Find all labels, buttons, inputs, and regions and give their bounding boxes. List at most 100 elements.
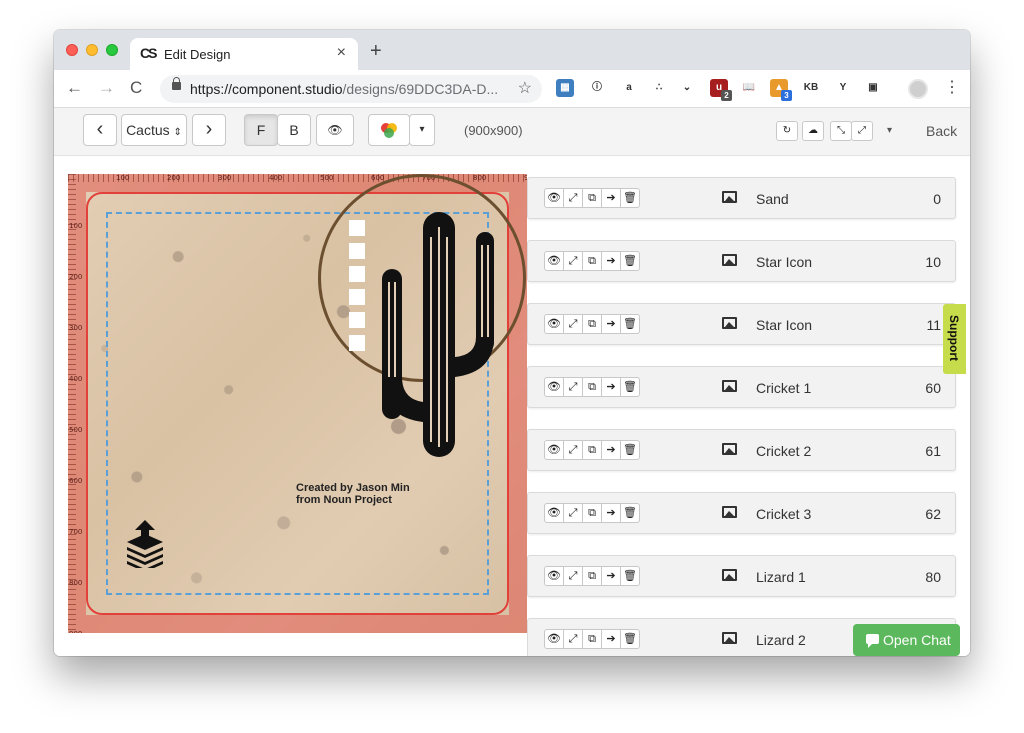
send-arrow-icon[interactable]: ➔ [601,314,621,334]
ublock-icon[interactable]: u2 [710,79,732,101]
image-layer-icon [722,254,737,266]
layer-row[interactable]: 👁 ⤢ ⧉ ➔ 🗑 Star Icon 11 [527,303,956,345]
onepassword-icon[interactable]: ⓘ [588,79,606,97]
blaze-icon[interactable]: ▲ 3 [770,79,792,101]
amazon-icon[interactable]: a [620,79,638,97]
eye-icon[interactable]: 👁 [544,503,564,523]
toggle-visibility-button[interactable]: 👁 [316,114,354,146]
browser-menu-icon[interactable]: ⋮ [944,77,960,97]
layer-actions: 👁 ⤢ ⧉ ➔ 🗑 [544,440,640,460]
pocket-icon[interactable]: ⌄ [678,79,696,97]
color-scheme-button[interactable] [368,114,410,146]
y-icon[interactable]: Y [834,79,852,97]
resize-icon[interactable]: ⤢ [563,440,583,460]
calendar-icon[interactable]: ▣ [864,79,882,97]
close-window-button[interactable] [66,44,78,56]
book-icon[interactable]: 📖 [740,79,758,97]
layer-row[interactable]: 👁 ⤢ ⧉ ➔ 🗑 Lizard 1 80 [527,555,956,597]
copy-icon[interactable]: ⧉ [582,377,602,397]
cloud-download-button[interactable]: ☁ [802,121,824,141]
resize-icon[interactable]: ⤢ [563,251,583,271]
copy-icon[interactable]: ⧉ [582,251,602,271]
new-tab-button[interactable]: + [370,40,382,63]
trash-icon[interactable]: 🗑 [620,314,640,334]
layer-row[interactable]: 👁 ⤢ ⧉ ➔ 🗑 Star Icon 10 [527,240,956,282]
reload-icon[interactable]: C [130,78,142,98]
layer-actions: 👁 ⤢ ⧉ ➔ 🗑 [544,188,640,208]
layer-name: Sand [756,191,789,207]
profile-avatar[interactable] [908,79,928,99]
send-arrow-icon[interactable]: ➔ [601,251,621,271]
copy-icon[interactable]: ⧉ [582,314,602,334]
design-select[interactable]: Cactus ⇕ [121,114,187,146]
trash-icon[interactable]: 🗑 [620,503,640,523]
copy-icon[interactable]: ⧉ [582,440,602,460]
layer-row[interactable]: 👁 ⤢ ⧉ ➔ 🗑 Sand 0 [527,177,956,219]
resize-icon[interactable]: ⤢ [563,629,583,649]
resize-icon[interactable]: ⤢ [563,566,583,586]
layer-row[interactable]: 👁 ⤢ ⧉ ➔ 🗑 Cricket 2 61 [527,429,956,471]
card-preview[interactable]: 100 200 300 400 500 600 700 800 900 100 200 300 400 5… [68,174,527,633]
copy-icon[interactable]: ⧉ [582,566,602,586]
copy-icon[interactable]: ⧉ [582,629,602,649]
front-side-button[interactable]: F [244,114,278,146]
eye-icon[interactable]: 👁 [544,440,564,460]
forward-arrow-icon[interactable]: → [98,78,115,98]
previous-design-button[interactable]: ‹ [83,114,117,146]
color-wheel-icon [381,123,397,138]
send-arrow-icon[interactable]: ➔ [601,629,621,649]
support-tab[interactable]: Support [943,304,966,374]
url-field[interactable]: https://component.studio/designs/69DDC3D… [160,75,542,103]
trash-icon[interactable]: 🗑 [620,440,640,460]
component-studio-favicon-icon: CS [140,45,158,61]
ruler-top-label: 300 [218,174,232,182]
tab-edit-design[interactable]: CS Edit Design × [130,38,358,70]
open-chat-button[interactable]: Open Chat [853,624,960,656]
send-arrow-icon[interactable]: ➔ [601,503,621,523]
bookmark-star-icon[interactable]: ☆ [518,78,532,98]
refresh-button[interactable]: ↻ [776,121,798,141]
tab-close-icon[interactable]: × [337,44,346,62]
copy-icon[interactable]: ⧉ [582,503,602,523]
resize-icon[interactable]: ⤢ [563,188,583,208]
trash-icon[interactable]: 🗑 [620,188,640,208]
eye-icon[interactable]: 👁 [544,629,564,649]
trash-icon[interactable]: 🗑 [620,629,640,649]
copy-icon[interactable]: ⧉ [582,188,602,208]
minimize-window-button[interactable] [86,44,98,56]
kb-icon[interactable]: KB [802,79,820,97]
trash-icon[interactable]: 🗑 [620,377,640,397]
asana-icon[interactable]: ∴ [650,79,668,97]
eye-icon[interactable]: 👁 [544,314,564,334]
layer-name: Cricket 3 [756,506,812,522]
send-arrow-icon[interactable]: ➔ [601,566,621,586]
layer-row[interactable]: 👁 ⤢ ⧉ ➔ 🗑 Cricket 3 62 [527,492,956,534]
layer-name: Lizard 1 [756,569,806,585]
resize-icon[interactable]: ⤢ [563,314,583,334]
expand-button[interactable]: ⤢ [851,121,873,141]
extension-grid-icon[interactable]: ▦ [556,79,574,97]
back-arrow-icon[interactable]: ← [66,78,83,98]
back-link[interactable]: Back [926,123,957,139]
image-layer-icon [722,317,737,329]
eye-icon[interactable]: 👁 [544,251,564,271]
layer-row[interactable]: 👁 ⤢ ⧉ ➔ 🗑 Cricket 1 60 [527,366,956,408]
send-arrow-icon[interactable]: ➔ [601,377,621,397]
more-options-caret-icon[interactable]: ▾ [887,125,892,136]
resize-icon[interactable]: ⤢ [563,503,583,523]
back-side-button[interactable]: B [277,114,311,146]
layer-actions: 👁 ⤢ ⧉ ➔ 🗑 [544,377,640,397]
eye-icon[interactable]: 👁 [544,188,564,208]
send-arrow-icon[interactable]: ➔ [601,440,621,460]
shrink-button[interactable]: ⤡ [830,121,852,141]
eye-icon[interactable]: 👁 [544,566,564,586]
send-arrow-icon[interactable]: ➔ [601,188,621,208]
color-scheme-dropdown[interactable]: ▾ [409,114,435,146]
next-design-button[interactable]: › [192,114,226,146]
eye-icon[interactable]: 👁 [544,377,564,397]
star-icon [349,335,365,351]
resize-icon[interactable]: ⤢ [563,377,583,397]
trash-icon[interactable]: 🗑 [620,566,640,586]
maximize-window-button[interactable] [106,44,118,56]
trash-icon[interactable]: 🗑 [620,251,640,271]
